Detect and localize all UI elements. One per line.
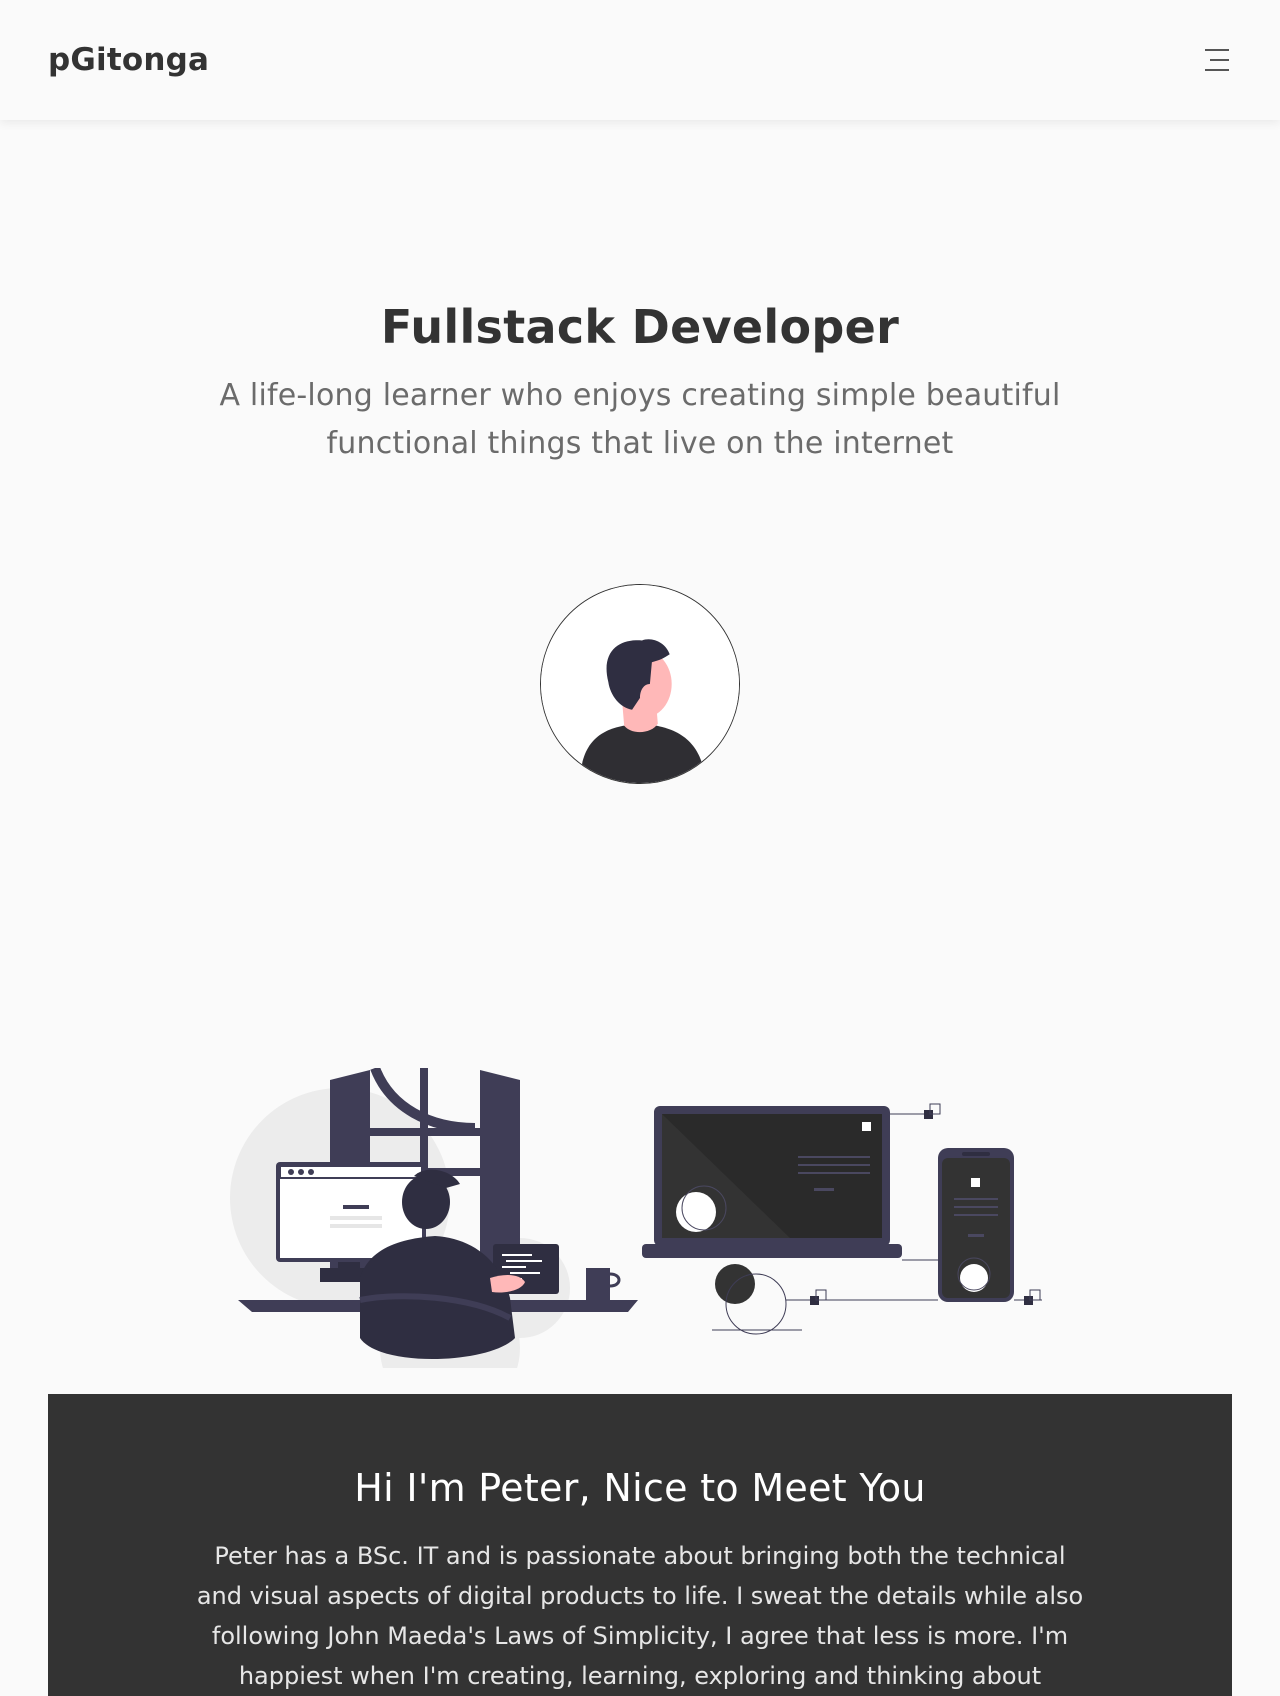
brand-logo[interactable]: pGitonga xyxy=(48,42,209,78)
developer-workspace-illustration xyxy=(230,1066,1060,1418)
hero-section: Fullstack Developer A life-long learner … xyxy=(0,300,1280,468)
about-title: Hi I'm Peter, Nice to Meet You xyxy=(354,1466,926,1510)
avatar xyxy=(540,584,740,784)
hamburger-menu-icon xyxy=(1205,49,1229,71)
navbar: pGitonga xyxy=(0,0,1280,120)
hero-title: Fullstack Developer xyxy=(380,300,900,354)
about-text: Peter has a BSc. IT and is passionate ab… xyxy=(196,1542,1084,1690)
workspace-scene xyxy=(230,1066,1042,1418)
about-section: Hi I'm Peter, Nice to Meet You Peter has… xyxy=(48,1394,1232,1696)
user-avatar-illustration xyxy=(541,585,739,783)
menu-button[interactable] xyxy=(1202,45,1232,75)
hero-subtitle: A life-long learner who enjoys creating … xyxy=(219,378,1061,461)
